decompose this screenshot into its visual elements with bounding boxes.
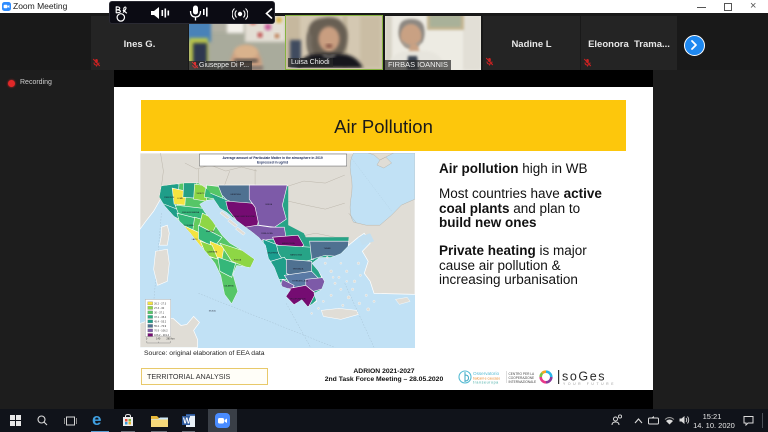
svg-text:STEREA ELLADA: STEREA ELLADA [292, 279, 308, 282]
svg-text:VENETO: VENETO [197, 193, 205, 195]
svg-text:CRNA GORA: CRNA GORA [261, 232, 273, 235]
svg-text:THRAKI: THRAKI [324, 247, 332, 250]
svg-text:INTERNAZIONALE: INTERNAZIONALE [509, 380, 537, 384]
svg-text:37.1 - 45.4: 37.1 - 45.4 [154, 315, 167, 319]
svg-text:Expressed in ug/m3: Expressed in ug/m3 [257, 161, 288, 165]
svg-text:CAMPANIA: CAMPANIA [207, 250, 218, 253]
svg-text:EMILIA ROMAGNA: EMILIA ROMAGNA [183, 211, 201, 214]
svg-text:55.2 - 70.9: 55.2 - 70.9 [154, 324, 167, 328]
svg-text:SICILIA: SICILIA [209, 309, 216, 312]
svg-text:30 - 37.1: 30 - 37.1 [154, 310, 165, 314]
svg-text:140: 140 [156, 336, 161, 340]
svg-text:LAZIO: LAZIO [192, 238, 198, 241]
svg-text:MARCHE: MARCHE [206, 230, 215, 233]
svg-text:26.2 - 27.3: 26.2 - 27.3 [154, 301, 167, 305]
svg-text:45.4 - 55.2: 45.4 - 55.2 [154, 319, 167, 323]
svg-text:transeuropa: transeuropa [473, 381, 499, 385]
svg-text:SHQIPERIA: SHQIPERIA [268, 251, 279, 254]
svg-text:YOUR FUTURE: YOUR FUTURE [563, 382, 616, 386]
svg-text:CALABRIA: CALABRIA [224, 284, 234, 287]
svg-text:280 km: 280 km [167, 336, 175, 340]
svg-text:W: W [183, 417, 191, 426]
svg-text:Osservatorio: Osservatorio [473, 371, 499, 376]
svg-text:106.2 - 219.4: 106.2 - 219.4 [154, 333, 169, 337]
svg-text:PIEMONTE: PIEMONTE [164, 197, 175, 199]
svg-text:BOSNA I HERCEGOVINA: BOSNA I HERCEGOVINA [232, 215, 255, 218]
svg-text:HRVATSKA: HRVATSKA [231, 193, 242, 196]
svg-text:LOMB: LOMB [178, 198, 184, 200]
svg-text:PUGLIA: PUGLIA [234, 258, 242, 261]
svg-text:SRBIJA: SRBIJA [266, 203, 273, 206]
svg-text:27.3 - 30: 27.3 - 30 [154, 306, 165, 310]
svg-text:PELOPONNISOS: PELOPONNISOS [291, 298, 307, 300]
svg-text:MAKEDONIA: MAKEDONIA [290, 253, 302, 256]
svg-text:THESSALIA: THESSALIA [293, 267, 304, 270]
svg-text:Average amount of Particulate: Average amount of Particulate Matter in … [223, 156, 323, 160]
svg-text:TOSCANA: TOSCANA [184, 224, 194, 227]
svg-text:MAKEDONIJA: MAKEDONIJA [282, 242, 295, 245]
svg-text:70.9 - 106.2: 70.9 - 106.2 [154, 328, 168, 332]
